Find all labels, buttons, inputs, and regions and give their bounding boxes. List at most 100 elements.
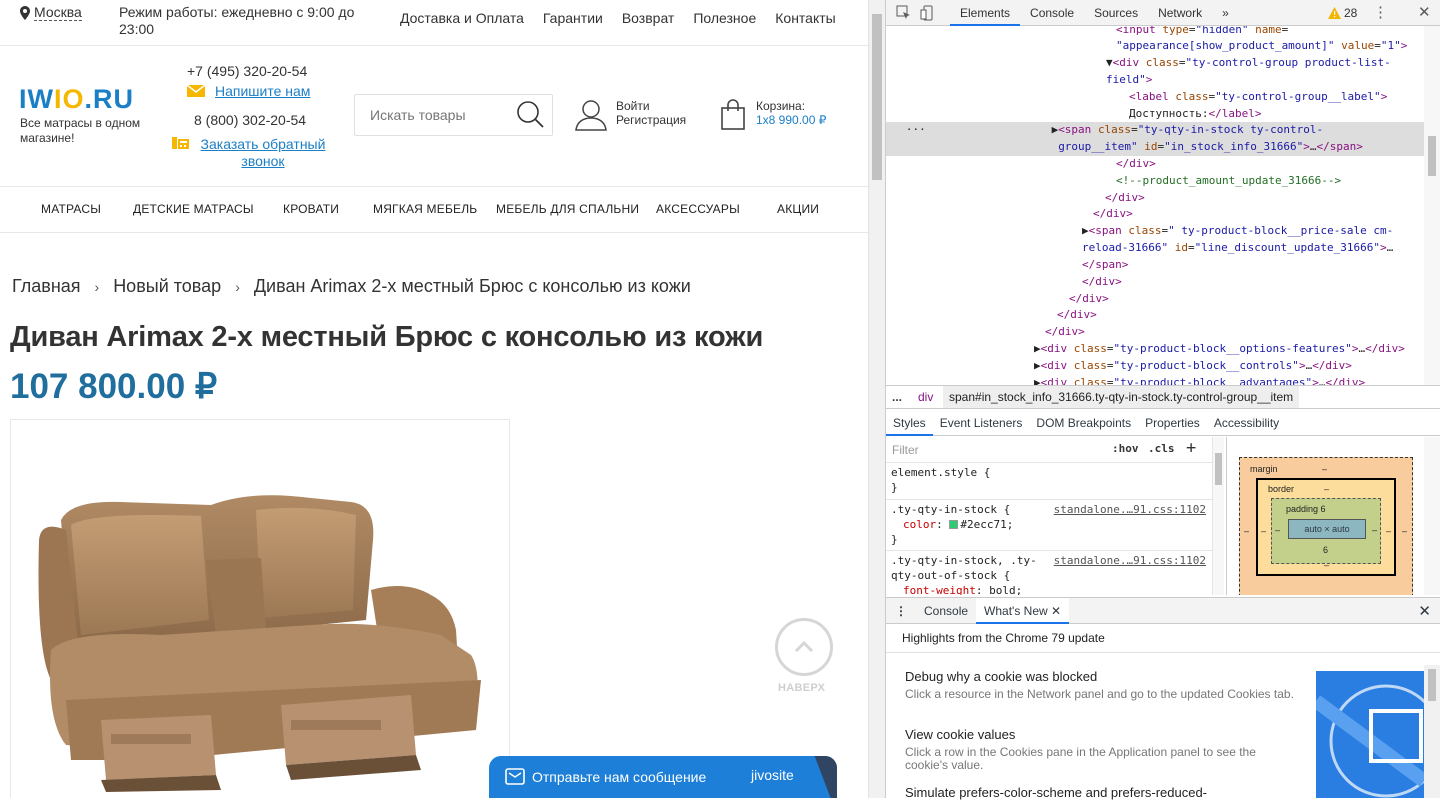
search-input[interactable] — [355, 95, 505, 135]
site-logo[interactable]: IWIO.RU — [19, 84, 134, 115]
dom-tree-scrollbar[interactable] — [1424, 26, 1440, 385]
drawer-tab-console[interactable]: Console — [916, 598, 976, 624]
dom-line[interactable]: </div> — [1105, 190, 1145, 207]
dom-line[interactable]: ▶<div class="ty-product-block__advantage… — [1034, 375, 1365, 385]
dom-line[interactable]: </div> — [1045, 324, 1085, 341]
box-model-content[interactable]: auto × auto — [1288, 519, 1366, 539]
dom-line-selected[interactable]: group__item" id="in_stock_info_31666">…<… — [886, 139, 1424, 156]
page-scrollbar-thumb[interactable] — [872, 14, 882, 180]
tab-event-listeners[interactable]: Event Listeners — [933, 410, 1030, 436]
cls-toggle[interactable]: .cls — [1148, 442, 1175, 455]
dom-breadcrumb-div[interactable]: div — [918, 386, 933, 408]
drawer-menu-icon[interactable]: ⋮ — [886, 604, 916, 618]
tab-console[interactable]: Console — [1020, 0, 1084, 26]
city-selector[interactable]: Москва — [18, 4, 82, 21]
rule-source-link[interactable]: standalone.…91.css:1102 — [1054, 553, 1206, 568]
account-block[interactable]: Войти Регистрация — [574, 99, 686, 131]
dom-line[interactable]: <!--product_amount_update_31666--> — [1116, 173, 1341, 190]
tab-accessibility[interactable]: Accessibility — [1207, 410, 1286, 436]
nav-kids-mattresses[interactable]: ДЕТСКИЕ МАТРАСЫ — [133, 202, 254, 216]
box-model-border[interactable]: border – – – – padding 6 – – auto × auto… — [1256, 478, 1396, 576]
css-rule-stock-bold[interactable]: .ty-qty-in-stock, .ty- standalone.…91.cs… — [891, 553, 1206, 595]
nav-bedroom-furniture[interactable]: МЕБЕЛЬ ДЛЯ СПАЛЬНИ — [496, 202, 639, 216]
box-model-scrollbar[interactable] — [1424, 437, 1440, 595]
box-model-padding[interactable]: padding 6 – – auto × auto 6 — [1271, 498, 1381, 564]
whats-new-scrollbar-thumb[interactable] — [1428, 669, 1436, 701]
close-tab-icon[interactable]: ✕ — [1051, 604, 1061, 618]
scroll-to-top-button[interactable] — [775, 618, 833, 676]
dom-line[interactable]: "appearance[show_product_amount]" value=… — [1116, 38, 1407, 55]
close-drawer-icon[interactable]: ✕ — [1418, 602, 1431, 620]
dom-line[interactable]: </div> — [1093, 206, 1133, 223]
tab-properties[interactable]: Properties — [1138, 410, 1207, 436]
close-devtools-icon[interactable]: ✕ — [1418, 3, 1431, 21]
whats-new-item[interactable]: View cookie values Click a row in the Co… — [905, 728, 1295, 772]
page-scrollbar[interactable] — [868, 0, 885, 798]
nav-accessories[interactable]: АКСЕССУАРЫ — [656, 202, 740, 216]
styles-scrollbar[interactable] — [1212, 437, 1224, 595]
dom-line-selected[interactable]: ··· ▶<span class="ty-qty-in-stock ty-con… — [886, 122, 1424, 139]
nav-beds[interactable]: КРОВАТИ — [283, 202, 339, 216]
new-rule-button[interactable]: + — [1186, 438, 1196, 458]
product-image[interactable] — [10, 419, 510, 798]
dom-line[interactable]: </span> — [1082, 257, 1128, 274]
nav-soft-furniture[interactable]: МЯГКАЯ МЕБЕЛЬ — [373, 202, 477, 216]
search-icon[interactable] — [515, 99, 545, 131]
styles-scrollbar-thumb[interactable] — [1215, 453, 1222, 485]
dom-line[interactable]: </div> — [1082, 274, 1122, 291]
dom-breadcrumb-selected[interactable]: span#in_stock_info_31666.ty-qty-in-stock… — [943, 386, 1300, 408]
topnav-contacts[interactable]: Контакты — [775, 10, 835, 26]
tab-sources[interactable]: Sources — [1084, 0, 1148, 26]
nav-promotions[interactable]: АКЦИИ — [777, 202, 819, 216]
dom-line[interactable]: ▶<div class="ty-product-block__options-f… — [1034, 341, 1405, 358]
dom-line[interactable]: ▶<div class="ty-product-block__controls"… — [1034, 358, 1352, 375]
hov-toggle[interactable]: :hov — [1112, 442, 1139, 455]
whats-new-item[interactable]: Debug why a cookie was blocked Click a r… — [905, 670, 1295, 701]
color-swatch[interactable] — [949, 520, 959, 529]
css-declaration[interactable]: color: #2ecc71; — [891, 517, 1206, 532]
tab-elements[interactable]: Elements — [950, 0, 1021, 26]
dom-line[interactable]: field"> — [1106, 72, 1152, 89]
more-tabs-button[interactable]: » — [1212, 0, 1239, 26]
css-rule-in-stock[interactable]: .ty-qty-in-stock { standalone.…91.css:11… — [891, 502, 1206, 547]
cart-block[interactable]: Корзина: 1x8 990.00 ₽ — [720, 99, 826, 131]
dom-line[interactable]: ▶<span class=" ty-product-block__price-s… — [1082, 223, 1393, 240]
topnav-guarantees[interactable]: Гарантии — [543, 10, 603, 26]
callback-link[interactable]: Заказать обратный звонок — [172, 136, 328, 170]
whats-new-item[interactable]: Simulate prefers-color-scheme and prefer… — [905, 786, 1295, 804]
tab-network[interactable]: Network — [1148, 0, 1212, 26]
device-toolbar-icon[interactable] — [920, 5, 936, 21]
login-link[interactable]: Войти — [616, 99, 686, 113]
dom-breadcrumb-ellipsis[interactable]: ... — [892, 386, 902, 408]
write-us-link[interactable]: Напишите нам — [187, 83, 310, 99]
css-declaration[interactable]: font-weight: bold; — [891, 583, 1206, 595]
whats-new-scrollbar[interactable] — [1424, 665, 1440, 798]
nav-mattresses[interactable]: МАТРАСЫ — [41, 202, 101, 216]
topnav-delivery[interactable]: Доставка и Оплата — [400, 10, 524, 26]
devtools-menu-icon[interactable]: ⋮ — [1373, 3, 1388, 21]
dom-line[interactable]: </div> — [1069, 291, 1109, 308]
box-model-margin[interactable]: margin – – – border – – – – padding 6 – … — [1239, 457, 1413, 595]
dom-line[interactable]: </div> — [1057, 307, 1097, 324]
drawer-tab-whats-new[interactable]: What's New ✕ — [976, 597, 1070, 624]
phone-moscow[interactable]: +7 (495) 320-20-54 — [187, 63, 307, 79]
dom-line[interactable]: </div> — [1116, 156, 1156, 173]
warnings-counter[interactable]: 28 — [1328, 6, 1357, 20]
styles-filter-input[interactable]: Filter — [892, 443, 919, 457]
dom-line[interactable]: <label class="ty-control-group__label"> — [1129, 89, 1387, 106]
tab-dom-breakpoints[interactable]: DOM Breakpoints — [1029, 410, 1138, 436]
dom-line[interactable]: Доступность:</label> — [1129, 106, 1261, 123]
phone-tollfree[interactable]: 8 (800) 302-20-54 — [194, 112, 306, 128]
register-link[interactable]: Регистрация — [616, 113, 686, 127]
inspect-element-icon[interactable] — [896, 5, 912, 21]
breadcrumb-new-items[interactable]: Новый товар — [113, 276, 221, 297]
topnav-useful[interactable]: Полезное — [693, 10, 756, 26]
rule-source-link[interactable]: standalone.…91.css:1102 — [1054, 502, 1206, 517]
dom-tree-scrollbar-thumb[interactable] — [1428, 136, 1436, 176]
breadcrumb-home[interactable]: Главная — [12, 276, 81, 297]
tab-styles[interactable]: Styles — [886, 410, 933, 436]
topnav-return[interactable]: Возврат — [622, 10, 675, 26]
dom-line[interactable]: reload-31666" id="line_discount_update_3… — [1082, 240, 1393, 257]
element-style-rule[interactable]: element.style { } — [891, 465, 1206, 495]
chat-widget[interactable]: Отправьте нам сообщение jivosite — [489, 756, 837, 798]
